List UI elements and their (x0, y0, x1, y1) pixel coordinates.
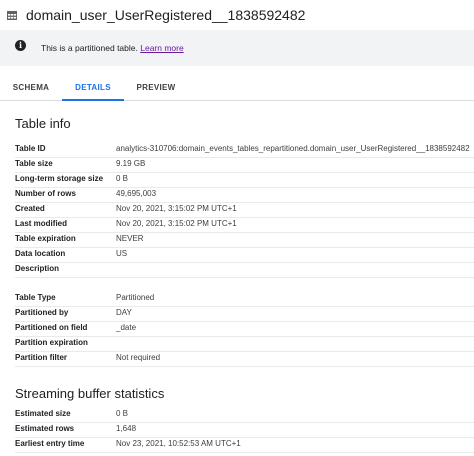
table-row: Long-term storage size 0 B (15, 172, 474, 188)
table-row: Estimated size 0 B (15, 407, 474, 423)
row-label: Estimated size (15, 409, 71, 418)
row-label: Earliest entry time (15, 439, 85, 448)
row-label: Partition filter (15, 353, 68, 362)
row-value: Nov 20, 2021, 3:15:02 PM UTC+1 (116, 204, 237, 213)
row-label: Partitioned on field (15, 323, 88, 332)
tab-details[interactable]: DETAILS (62, 74, 124, 101)
row-value: 9.19 GB (116, 159, 146, 168)
table-row: Estimated rows 1,648 (15, 422, 474, 438)
learn-more-link[interactable]: Learn more (140, 43, 183, 53)
tab-bar: SCHEMA DETAILS PREVIEW (0, 74, 474, 101)
table-row: Table size 9.19 GB (15, 157, 474, 173)
row-value: _date (116, 323, 137, 332)
table-row: Earliest entry time Nov 23, 2021, 10:52:5… (15, 437, 474, 453)
table-row: Data location US (15, 247, 474, 263)
row-label: Data location (15, 249, 66, 258)
row-value: NEVER (116, 234, 144, 243)
banner-text: This is a partitioned table. (41, 43, 138, 53)
table-row: Created Nov 20, 2021, 3:15:02 PM UTC+1 (15, 202, 474, 218)
streaming-buffer-heading: Streaming buffer statistics (15, 386, 165, 401)
table-info-heading: Table info (15, 116, 71, 131)
table-row: Last modified Nov 20, 2021, 3:15:02 PM UT… (15, 217, 474, 233)
row-value: Nov 20, 2021, 3:15:02 PM UTC+1 (116, 219, 237, 228)
row-value: analytics-310706:domain_events_tables_re… (116, 144, 470, 153)
row-label: Table expiration (15, 234, 76, 243)
row-label: Long-term storage size (15, 174, 104, 183)
page-title: domain_user_UserRegistered__1838592482 (26, 7, 306, 23)
tab-preview[interactable]: PREVIEW (130, 74, 182, 100)
table-row: Table ID analytics-310706:domain_events_t… (15, 142, 474, 158)
table-row: Table expiration NEVER (15, 232, 474, 248)
page-header: domain_user_UserRegistered__1838592482 (0, 0, 474, 30)
row-label: Table ID (15, 144, 46, 153)
row-label: Table Type (15, 293, 56, 302)
row-value: DAY (116, 308, 132, 317)
row-label: Estimated rows (15, 424, 75, 433)
partition-banner: i This is a partitioned table. Learn mor… (0, 30, 474, 66)
row-label: Description (15, 264, 60, 273)
info-icon: i (15, 40, 26, 51)
row-label: Last modified (15, 219, 68, 228)
row-value: 49,695,003 (116, 189, 157, 198)
table-icon (7, 11, 17, 20)
table-row: Partitioned on field _date (15, 321, 474, 337)
table-row: Partition expiration (15, 336, 474, 352)
row-value: 0 B (116, 409, 129, 418)
table-row: Number of rows 49,695,003 (15, 187, 474, 203)
row-value: Nov 23, 2021, 10:52:53 AM UTC+1 (116, 439, 241, 448)
row-value: Partitioned (116, 293, 155, 302)
banner-message: This is a partitioned table. Learn more (41, 43, 184, 53)
table-row: Description (15, 262, 474, 278)
row-value: 1,648 (116, 424, 137, 433)
tab-schema[interactable]: SCHEMA (6, 74, 56, 100)
row-value: 0 B (116, 174, 129, 183)
table-row: Partitioned by DAY (15, 306, 474, 322)
row-label: Number of rows (15, 189, 76, 198)
row-label: Partitioned by (15, 308, 69, 317)
row-label: Partition expiration (15, 338, 88, 347)
row-value: US (116, 249, 128, 258)
row-label: Created (15, 204, 45, 213)
row-label: Table size (15, 159, 53, 168)
table-row: Partition filter Not required (15, 351, 474, 367)
table-row: Table Type Partitioned (15, 291, 474, 307)
row-value: Not required (116, 353, 161, 362)
